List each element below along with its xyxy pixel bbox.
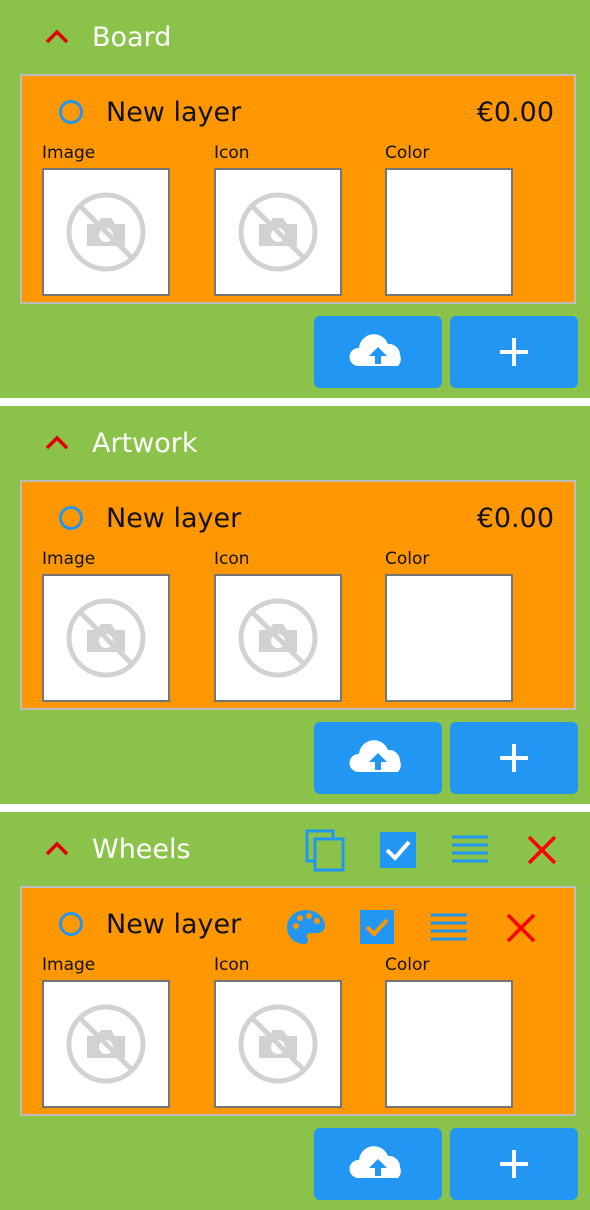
color-picker[interactable] [385,980,513,1108]
icon-label: Icon [214,143,250,163]
plus-icon [500,338,528,366]
layer-radio[interactable] [59,506,83,530]
checkbox-checked-icon[interactable] [379,831,417,869]
image-label: Image [42,955,96,975]
upload-button[interactable] [314,1128,442,1200]
checkbox-checked-icon[interactable] [359,909,395,945]
chevron-up-icon[interactable] [44,26,70,46]
copy-icon[interactable] [304,828,346,872]
plus-icon [500,1150,528,1178]
layer-radio[interactable] [59,912,83,936]
add-layer-button[interactable] [450,1128,578,1200]
color-label: Color [385,549,430,569]
no-image-icon [238,1004,318,1084]
color-label: Color [385,955,430,975]
layer-card: New layer Image Icon Color [20,886,576,1116]
icon-label: Icon [214,955,250,975]
section-wheels: Wheels New layer Image Icon Color [0,812,590,1210]
section-header[interactable]: Artwork [0,406,590,482]
layer-radio[interactable] [59,100,83,124]
chevron-up-icon[interactable] [44,432,70,452]
chevron-up-icon[interactable] [44,838,70,858]
no-image-icon [66,1004,146,1084]
close-icon[interactable] [527,835,557,865]
close-icon[interactable] [506,913,536,943]
icon-picker[interactable] [214,980,342,1108]
section-board: Board New layer €0.00 Image Icon Color [0,0,590,398]
layer-price: €0.00 [476,503,554,534]
no-image-icon [66,192,146,272]
section-header[interactable]: Wheels [0,812,590,888]
image-label: Image [42,549,96,569]
image-label: Image [42,143,96,163]
icon-picker[interactable] [214,574,342,702]
layer-name: New layer [106,503,242,534]
section-title: Artwork [92,428,198,459]
image-picker[interactable] [42,574,170,702]
add-layer-button[interactable] [450,316,578,388]
upload-button[interactable] [314,722,442,794]
layer-name: New layer [106,97,242,128]
icon-label: Icon [214,549,250,569]
cloud-upload-icon [349,1146,401,1178]
plus-icon [500,744,528,772]
cloud-upload-icon [349,334,401,366]
color-label: Color [385,143,430,163]
section-title: Board [92,22,172,53]
section-header[interactable]: Board [0,0,590,76]
image-picker[interactable] [42,980,170,1108]
palette-icon[interactable] [286,908,326,946]
layer-name: New layer [106,909,242,940]
image-picker[interactable] [42,168,170,296]
add-layer-button[interactable] [450,722,578,794]
icon-picker[interactable] [214,168,342,296]
layer-price: €0.00 [476,97,554,128]
color-picker[interactable] [385,574,513,702]
section-title: Wheels [92,834,191,865]
no-image-icon [238,598,318,678]
list-icon[interactable] [451,834,489,864]
cloud-upload-icon [349,740,401,772]
list-icon[interactable] [430,912,468,942]
section-artwork: Artwork New layer €0.00 Image Icon Color [0,406,590,804]
layer-card: New layer €0.00 Image Icon Color [20,480,576,710]
layer-card: New layer €0.00 Image Icon Color [20,74,576,304]
color-picker[interactable] [385,168,513,296]
no-image-icon [238,192,318,272]
no-image-icon [66,598,146,678]
upload-button[interactable] [314,316,442,388]
